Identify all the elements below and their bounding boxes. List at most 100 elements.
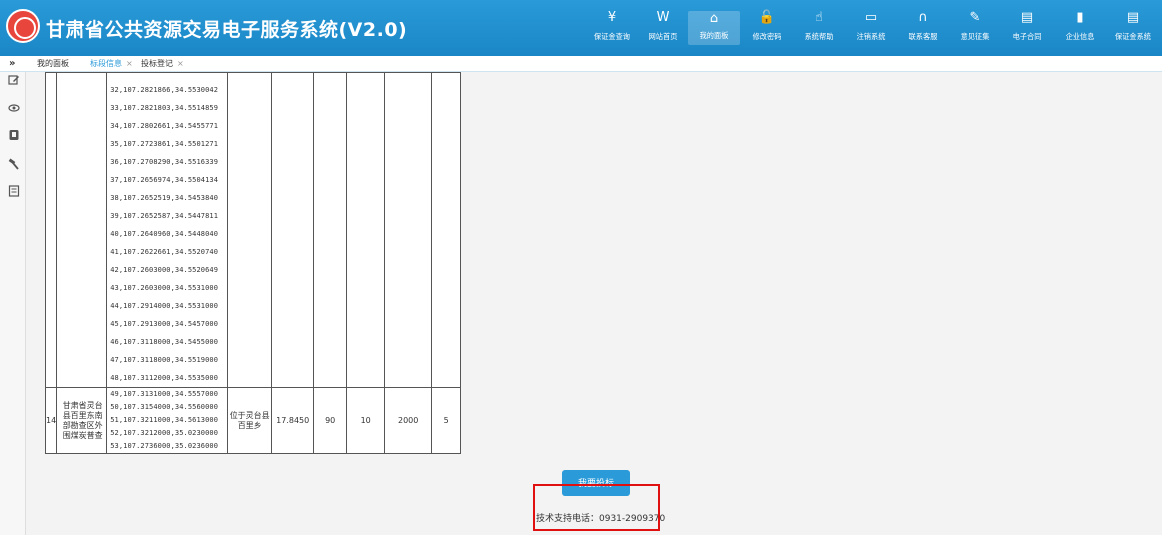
tab-label: 投标登记: [141, 59, 173, 68]
coord-line: 42,107.2603000,34.5520649: [110, 266, 219, 274]
edit-icon: ✎: [969, 10, 981, 25]
nav-item-headset[interactable]: ∩ 联系客服: [897, 8, 949, 50]
row-index: 14: [44, 387, 58, 454]
nav-item-yen[interactable]: ¥ 保证金查询: [586, 8, 638, 50]
table-cell: [431, 72, 462, 388]
nav-label: 修改密码: [752, 32, 782, 41]
nav-label: 保证金系统: [1115, 32, 1151, 41]
logo: [6, 9, 40, 43]
table-cell: [346, 72, 386, 388]
coord-line: 39,107.2652587,34.5447811: [110, 212, 219, 220]
table-cell: [313, 72, 348, 388]
nav-label: 我的面板: [699, 31, 729, 40]
tab-my-panel[interactable]: 我的面板: [37, 56, 69, 72]
edit-icon[interactable]: [8, 74, 20, 86]
yen-icon: ¥: [607, 10, 617, 25]
table-cell: [271, 72, 315, 388]
nav-label: 系统帮助: [804, 32, 834, 41]
highlight-annotation-box: [533, 484, 660, 531]
wiki-icon: W: [656, 10, 670, 25]
table-scroll-area[interactable]: 32,107.2821866,34.5530042 33,107.2821803,…: [44, 72, 462, 454]
coord-line: 41,107.2622661,34.5520740: [110, 248, 219, 256]
tab-bar: » 我的面板 标段信息 × 投标登记 ×: [0, 56, 1162, 72]
main-content: 32,107.2821866,34.5530042 33,107.2821803,…: [26, 72, 1162, 535]
app-header: 甘肃省公共资源交易电子服务系统(V2.0) ¥ 保证金查询 W 网站首页 ⌂ 我的面板 🔓 修…: [0, 0, 1162, 56]
tab-label: 我的面板: [37, 59, 69, 68]
table-cell: [56, 72, 108, 388]
table-cell: [44, 72, 58, 388]
coords-cell: 32,107.2821866,34.5530042 33,107.2821803,…: [106, 72, 229, 388]
coord-line: 49,107.3131000,34.5557000: [110, 390, 219, 398]
coord-line: 48,107.3112000,34.5535000: [110, 374, 219, 382]
app-title: 甘肃省公共资源交易电子服务系统(V2.0): [46, 19, 408, 41]
tab-label: 标段信息: [90, 59, 122, 68]
coord-line: 35,107.2723861,34.5501271: [110, 140, 219, 148]
value-d: 5: [431, 387, 462, 454]
eye-icon[interactable]: [8, 102, 20, 114]
close-icon[interactable]: ×: [177, 59, 184, 68]
nav-item-monitor[interactable]: ▭ 注销系统: [845, 8, 897, 50]
coord-line: 46,107.3118000,34.5455000: [110, 338, 219, 346]
nav-label: 电子合同: [1012, 32, 1042, 41]
table-cell: [227, 72, 273, 388]
coord-line: 47,107.3118000,34.5519000: [110, 356, 219, 364]
coord-line: 43,107.2603000,34.5531000: [110, 284, 219, 292]
coord-line: 38,107.2652519,34.5453840: [110, 194, 219, 202]
nav-label: 企业信息: [1065, 32, 1095, 41]
coord-list: 49,107.3131000,34.5557000 50,107.3154000,…: [107, 388, 227, 453]
calculator-icon[interactable]: [8, 185, 20, 197]
nav-item-deposit[interactable]: ▤ 保证金系统: [1107, 8, 1159, 50]
coord-line: 34,107.2802661,34.5455771: [110, 122, 219, 130]
nav-label: 网站首页: [648, 32, 678, 41]
hand-icon: ☝: [815, 10, 823, 25]
coord-line: 50,107.3154000,34.5560000: [110, 403, 219, 411]
nav-item-lock[interactable]: 🔓 修改密码: [741, 8, 793, 50]
monitor-icon: ▭: [864, 10, 878, 25]
location: 位于灵台县百里乡: [227, 387, 273, 454]
nav-label: 意见征集: [960, 32, 990, 41]
close-icon[interactable]: ×: [126, 59, 133, 68]
area-value: 17.8450: [271, 387, 315, 454]
nav-item-building[interactable]: ▮ 企业信息: [1054, 8, 1106, 50]
left-sidebar: [0, 72, 26, 535]
value-c: 2000: [384, 387, 433, 454]
nav-label: 保证金查询: [594, 32, 630, 41]
lock-icon: 🔓: [758, 10, 776, 25]
nav-item-home[interactable]: ⌂ 我的面板: [688, 11, 740, 45]
value-b: 10: [346, 387, 386, 454]
tab-section-info[interactable]: 标段信息 ×: [90, 56, 133, 72]
nav-item-hand[interactable]: ☝ 系统帮助: [793, 8, 845, 50]
coord-list: 32,107.2821866,34.5530042 33,107.2821803,…: [107, 81, 227, 387]
headset-icon: ∩: [918, 10, 928, 25]
table-row: 32,107.2821866,34.5530042 33,107.2821803,…: [44, 72, 462, 388]
coord-line: 53,107.2736000,35.0236000: [110, 442, 219, 450]
coord-line: 36,107.2708290,34.5516339: [110, 158, 219, 166]
contract-icon: ▤: [1020, 10, 1034, 25]
nav-label: 注销系统: [856, 32, 886, 41]
coord-line: 32,107.2821866,34.5530042: [110, 86, 219, 94]
nav-item-wiki[interactable]: W 网站首页: [637, 8, 689, 50]
deposit-icon: ▤: [1126, 10, 1140, 25]
nav-item-contract[interactable]: ▤ 电子合同: [1001, 8, 1053, 50]
coord-line: 51,107.3211000,34.5613000: [110, 416, 219, 424]
coord-line: 52,107.3212000,35.0230000: [110, 429, 219, 437]
tab-bid-registration[interactable]: 投标登记 ×: [141, 56, 184, 72]
collapse-sidebar-button[interactable]: »: [9, 56, 15, 72]
nav-label: 联系客服: [908, 32, 938, 41]
building-icon: ▮: [1076, 10, 1084, 25]
bookmark-icon[interactable]: [8, 129, 20, 141]
coord-line: [107, 73, 227, 81]
coord-line: 40,107.2640960,34.5448040: [110, 230, 219, 238]
home-icon: ⌂: [709, 11, 719, 26]
table-cell: [384, 72, 433, 388]
nav-item-edit[interactable]: ✎ 意见征集: [949, 8, 1001, 50]
value-a: 90: [313, 387, 348, 454]
coord-line: 37,107.2656974,34.5504134: [110, 176, 219, 184]
hammer-icon[interactable]: [8, 158, 20, 170]
project-name: 甘肃省灵台县百里东南部勘查区外围煤炭普查: [56, 387, 108, 454]
table-row: 14 甘肃省灵台县百里东南部勘查区外围煤炭普查 49,107.3131000,3…: [44, 387, 462, 454]
coord-line: 45,107.2913000,34.5457000: [110, 320, 219, 328]
coord-line: 44,107.2914000,34.5531000: [110, 302, 219, 310]
coord-line: 33,107.2821803,34.5514859: [110, 104, 219, 112]
coords-cell: 49,107.3131000,34.5557000 50,107.3154000,…: [106, 387, 229, 454]
